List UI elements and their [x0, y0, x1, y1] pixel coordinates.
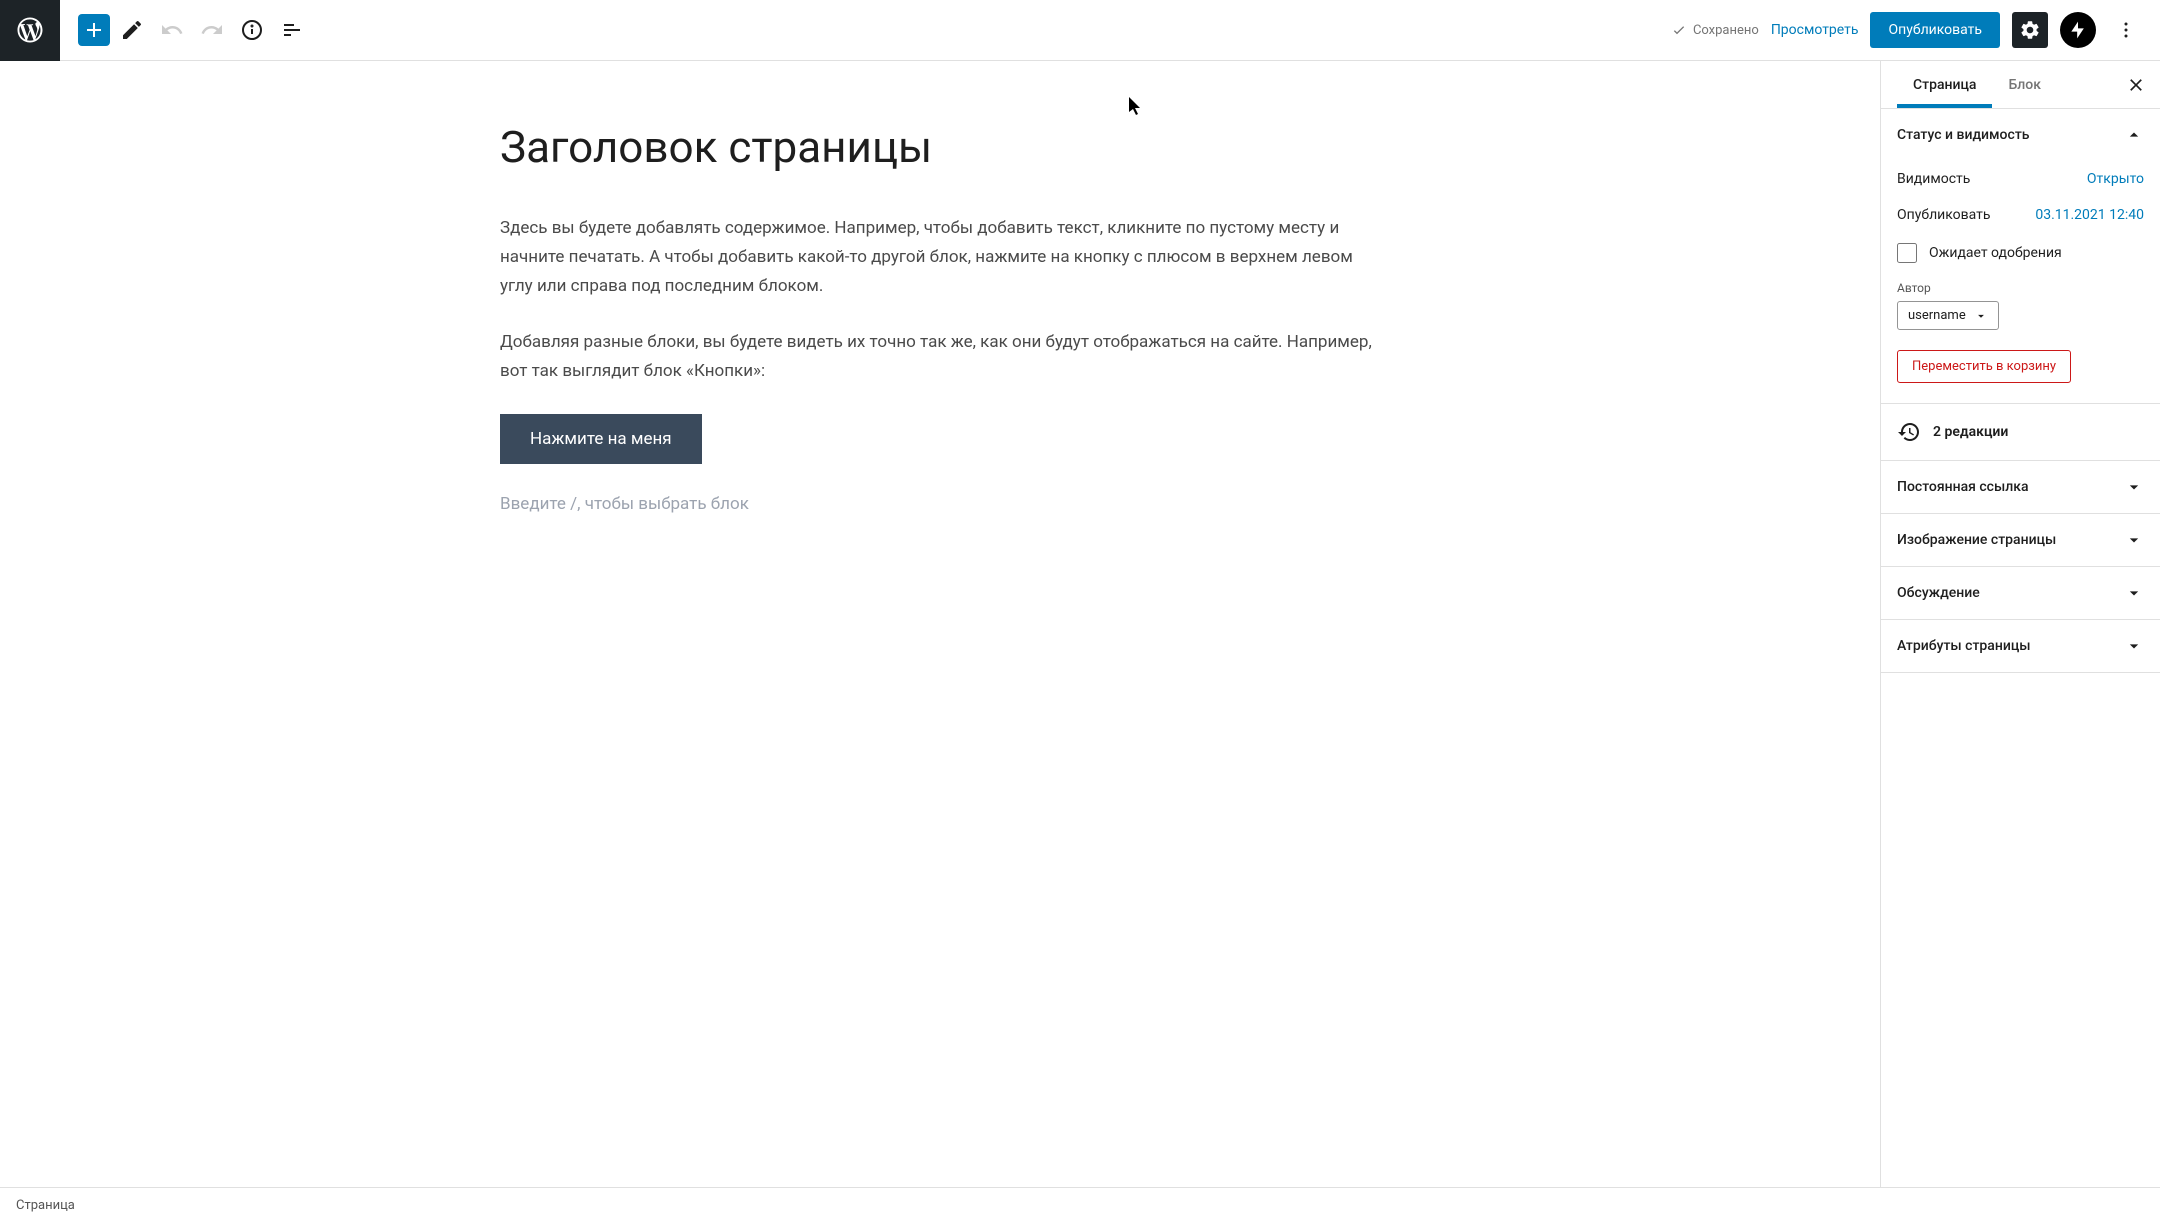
history-icon — [1897, 420, 1921, 444]
info-button[interactable] — [234, 12, 270, 48]
status-visibility-header[interactable]: Статус и видимость — [1881, 109, 2160, 161]
redo-button[interactable] — [194, 12, 230, 48]
publish-button[interactable]: Опубликовать — [1870, 12, 2000, 48]
sidebar-tabs: Страница Блок — [1881, 61, 2160, 109]
redo-icon — [200, 18, 224, 42]
info-icon — [240, 18, 264, 42]
featured-image-header[interactable]: Изображение страницы — [1881, 514, 2160, 566]
chevron-down-icon — [2124, 583, 2144, 603]
toolbar-right-section: Сохранено Просмотреть Опубликовать — [1671, 12, 2152, 48]
save-status: Сохранено — [1671, 22, 1759, 38]
author-section: Автор username — [1897, 273, 2144, 338]
chevron-up-icon — [2124, 125, 2144, 145]
more-options-button[interactable] — [2108, 12, 2144, 48]
editor-toolbar: Сохранено Просмотреть Опубликовать — [0, 0, 2160, 61]
close-sidebar-button[interactable] — [2124, 73, 2148, 97]
publish-date-row: Опубликовать 03.11.2021 12:40 — [1897, 197, 2144, 233]
discussion-panel: Обсуждение — [1881, 567, 2160, 620]
close-icon — [2126, 75, 2146, 95]
tab-block[interactable]: Блок — [1992, 63, 2057, 107]
visibility-label: Видимость — [1897, 171, 1970, 187]
breadcrumb[interactable]: Страница — [16, 1198, 75, 1213]
paragraph-block-2[interactable]: Добавляя разные блоки, вы будете видеть … — [500, 328, 1380, 386]
visibility-row: Видимость Открыто — [1897, 161, 2144, 197]
visibility-value[interactable]: Открыто — [2087, 171, 2144, 187]
more-vertical-icon — [2114, 18, 2138, 42]
pending-review-label: Ожидает одобрения — [1929, 245, 2062, 261]
editor-tools-group — [68, 12, 310, 48]
author-select[interactable]: username — [1897, 301, 1999, 330]
settings-button[interactable] — [2012, 12, 2048, 48]
author-label: Автор — [1897, 281, 2144, 295]
editor-canvas[interactable]: Заголовок страницы Здесь вы будете добав… — [0, 61, 1880, 1187]
settings-sidebar: Страница Блок Статус и видимость Видимос… — [1880, 61, 2160, 1187]
featured-image-title: Изображение страницы — [1897, 532, 2056, 548]
featured-image-panel: Изображение страницы — [1881, 514, 2160, 567]
publish-date-value[interactable]: 03.11.2021 12:40 — [2035, 207, 2144, 223]
button-block[interactable]: Нажмите на меня — [500, 414, 702, 464]
discussion-title: Обсуждение — [1897, 585, 1980, 601]
move-to-trash-button[interactable]: Переместить в корзину — [1897, 350, 2071, 383]
revisions-row[interactable]: 2 редакции — [1881, 404, 2160, 461]
permalink-panel: Постоянная ссылка — [1881, 461, 2160, 514]
page-title-input[interactable]: Заголовок страницы — [500, 121, 1380, 174]
jetpack-icon — [2068, 20, 2088, 40]
chevron-down-icon — [2124, 477, 2144, 497]
status-visibility-panel: Статус и видимость Видимость Открыто Опу… — [1881, 109, 2160, 404]
wordpress-logo[interactable] — [0, 0, 60, 61]
wordpress-icon — [15, 15, 45, 45]
page-attributes-header[interactable]: Атрибуты страницы — [1881, 620, 2160, 672]
checkmark-icon — [1671, 22, 1687, 38]
preview-button[interactable]: Просмотреть — [1771, 22, 1859, 38]
page-attributes-panel: Атрибуты страницы — [1881, 620, 2160, 673]
main-area: Заголовок страницы Здесь вы будете добав… — [0, 61, 2160, 1187]
jetpack-button[interactable] — [2060, 12, 2096, 48]
edit-tool-button[interactable] — [114, 12, 150, 48]
permalink-title: Постоянная ссылка — [1897, 479, 2029, 495]
permalink-header[interactable]: Постоянная ссылка — [1881, 461, 2160, 513]
gear-icon — [2019, 19, 2041, 41]
pending-review-checkbox[interactable] — [1897, 243, 1917, 263]
chevron-down-icon — [2124, 636, 2144, 656]
chevron-down-icon — [1974, 309, 1988, 323]
revisions-label: 2 редакции — [1933, 424, 2008, 440]
publish-date-label: Опубликовать — [1897, 207, 1991, 223]
block-placeholder[interactable]: Введите /, чтобы выбрать блок — [500, 494, 1380, 514]
add-block-button[interactable] — [78, 14, 110, 46]
undo-button[interactable] — [154, 12, 190, 48]
list-icon — [280, 18, 304, 42]
save-status-label: Сохранено — [1693, 23, 1759, 38]
pending-review-row: Ожидает одобрения — [1897, 233, 2144, 273]
editor-content: Заголовок страницы Здесь вы будете добав… — [440, 81, 1440, 1167]
document-outline-button[interactable] — [274, 12, 310, 48]
mouse-cursor — [1129, 97, 1143, 115]
paragraph-block-1[interactable]: Здесь вы будете добавлять содержимое. На… — [500, 214, 1380, 301]
editor-footer: Страница — [0, 1187, 2160, 1223]
plus-icon — [82, 18, 106, 42]
tab-page[interactable]: Страница — [1897, 63, 1992, 107]
undo-icon — [160, 18, 184, 42]
page-attributes-title: Атрибуты страницы — [1897, 638, 2031, 654]
author-selected-value: username — [1908, 308, 1966, 323]
chevron-down-icon — [2124, 530, 2144, 550]
pencil-icon — [120, 18, 144, 42]
status-visibility-title: Статус и видимость — [1897, 127, 2030, 143]
discussion-header[interactable]: Обсуждение — [1881, 567, 2160, 619]
